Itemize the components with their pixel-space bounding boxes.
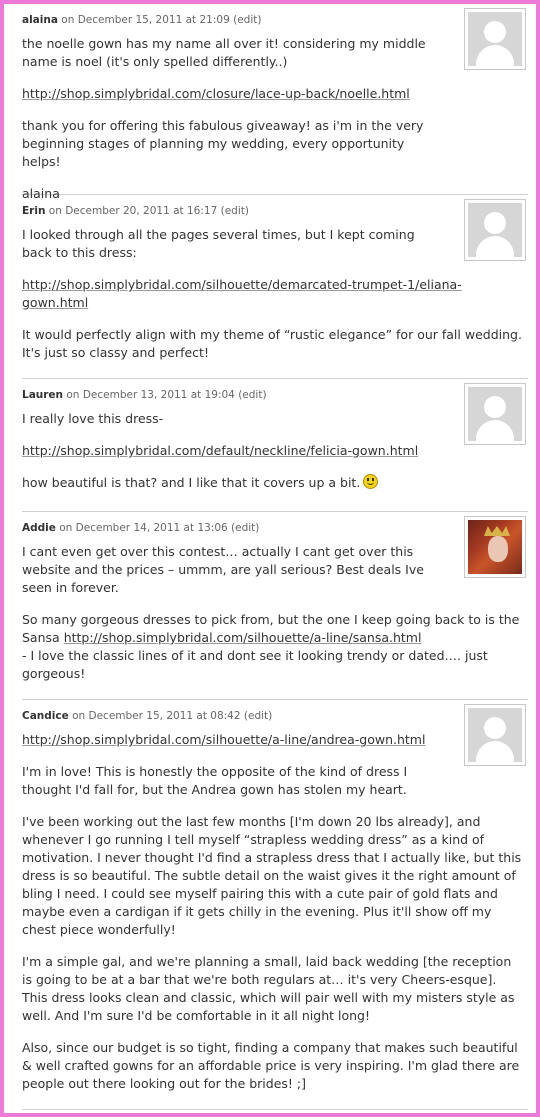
- comment-author-link[interactable]: alaina: [22, 14, 58, 26]
- comment-date-link[interactable]: December 20, 2011 at 16:17: [65, 205, 217, 217]
- avatar-body-icon: [476, 45, 514, 66]
- avatar-body-icon: [476, 741, 514, 762]
- comment: Lauren on December 13, 2011 at 19:04 (ed…: [22, 379, 528, 512]
- comment-edit-link[interactable]: (edit): [233, 14, 261, 26]
- dress-link[interactable]: http://shop.simplybridal.com/silhouette/…: [22, 732, 425, 747]
- smiley-icon: [363, 474, 379, 489]
- comment-text: I'm a simple gal, and we're planning a s…: [22, 954, 515, 1023]
- comment-text: I really love this dress-: [22, 411, 164, 426]
- avatar-head-icon: [484, 717, 506, 739]
- comment-text: It would perfectly align with my theme o…: [22, 327, 522, 360]
- comment-text: I'm in love! This is honestly the opposi…: [22, 764, 408, 797]
- comment-body: I looked through all the pages several t…: [22, 226, 528, 362]
- comment-author-link[interactable]: Candice: [22, 710, 69, 722]
- comment-text: I looked through all the pages several t…: [22, 227, 415, 260]
- comment-date-link[interactable]: December 14, 2011 at 13:06: [76, 522, 228, 534]
- dress-link[interactable]: http://shop.simplybridal.com/default/nec…: [22, 443, 418, 458]
- comment-body: I really love this dress- http://shop.si…: [22, 410, 528, 492]
- user-photo-avatar: [464, 516, 526, 578]
- comment-edit-link[interactable]: (edit): [244, 710, 272, 722]
- comment-meta: Candice on December 15, 2011 at 08:42 (e…: [22, 709, 528, 723]
- comment-text: I've been working out the last few month…: [22, 814, 522, 937]
- comment-on: on: [72, 710, 86, 722]
- page-frame: alaina on December 15, 2011 at 21:09 (ed…: [0, 0, 540, 1117]
- default-avatar: [464, 8, 526, 70]
- comment-meta: Lauren on December 13, 2011 at 19:04 (ed…: [22, 388, 528, 402]
- comment-on: on: [59, 522, 73, 534]
- comment-author-link[interactable]: Addie: [22, 522, 56, 534]
- comment-text: - I love the classic lines of it and don…: [22, 648, 488, 681]
- comment-meta: Erin on December 20, 2011 at 16:17 (edit…: [22, 204, 528, 218]
- comment-text: the noelle gown has my name all over it!…: [22, 36, 426, 69]
- comment-text: Also, since our budget is so tight, find…: [22, 1040, 520, 1091]
- comment-author-link[interactable]: Lauren: [22, 389, 63, 401]
- comment-meta: alaina on December 15, 2011 at 21:09 (ed…: [22, 13, 528, 27]
- dress-link[interactable]: http://shop.simplybridal.com/closure/lac…: [22, 86, 410, 101]
- comment-on: on: [48, 205, 62, 217]
- comment-text: I cant even get over this contest… actua…: [22, 544, 424, 595]
- default-avatar: [464, 704, 526, 766]
- comment: Candice on December 15, 2011 at 08:42 (e…: [22, 700, 528, 1110]
- comment-body: the noelle gown has my name all over it!…: [22, 35, 528, 203]
- avatar-head-icon: [484, 212, 506, 234]
- comment-edit-link[interactable]: (edit): [238, 389, 266, 401]
- comment-date-link[interactable]: December 13, 2011 at 19:04: [83, 389, 235, 401]
- comment-edit-link[interactable]: (edit): [221, 205, 249, 217]
- comment: Erin on December 20, 2011 at 16:17 (edit…: [22, 195, 528, 379]
- avatar-head-icon: [484, 396, 506, 418]
- comment-edit-link[interactable]: (edit): [231, 522, 259, 534]
- comment: alaina on December 15, 2011 at 21:09 (ed…: [22, 4, 528, 201]
- comment-on: on: [66, 389, 80, 401]
- dress-link[interactable]: http://shop.simplybridal.com/silhouette/…: [64, 630, 422, 645]
- avatar-body-icon: [476, 236, 514, 257]
- user-photo: [468, 520, 522, 574]
- comment-text: thank you for offering this fabulous giv…: [22, 118, 424, 169]
- comment-body: http://shop.simplybridal.com/silhouette/…: [22, 731, 528, 1093]
- avatar-head-icon: [484, 21, 506, 43]
- comment: Addie on December 14, 2011 at 13:06 (edi…: [22, 512, 528, 700]
- comment-on: on: [61, 14, 75, 26]
- default-avatar: [464, 199, 526, 261]
- comment-text: how beautiful is that? and I like that i…: [22, 475, 361, 490]
- comment-body: I cant even get over this contest… actua…: [22, 543, 528, 683]
- avatar-body-icon: [476, 420, 514, 441]
- dress-link[interactable]: http://shop.simplybridal.com/silhouette/…: [22, 277, 462, 310]
- comment-meta: Addie on December 14, 2011 at 13:06 (edi…: [22, 521, 528, 535]
- comment-author-link[interactable]: Erin: [22, 205, 45, 217]
- comment-date-link[interactable]: December 15, 2011 at 08:42: [89, 710, 241, 722]
- comment-list: alaina on December 15, 2011 at 21:09 (ed…: [8, 4, 532, 1113]
- default-avatar: [464, 383, 526, 445]
- comment-date-link[interactable]: December 15, 2011 at 21:09: [78, 14, 230, 26]
